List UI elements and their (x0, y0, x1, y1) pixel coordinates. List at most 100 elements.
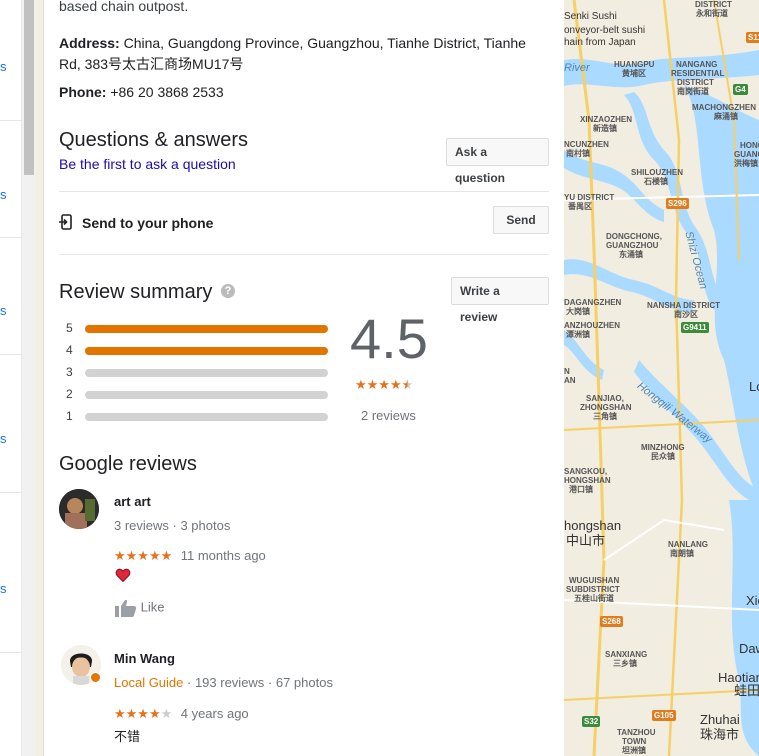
map-label: 东涌镇 (619, 250, 643, 259)
result-link-fragment[interactable]: s (0, 431, 22, 446)
thumbs-up-icon (115, 599, 137, 617)
map-label: NCUNZHEN (564, 140, 609, 149)
like-button[interactable]: Like (115, 599, 164, 617)
send-button[interactable]: Send (493, 206, 549, 234)
map-label: SANJIAO, (586, 394, 624, 403)
review-stars: ★★★★★ (114, 706, 173, 721)
map-label: 大岗镇 (566, 307, 590, 316)
local-guide-badge-icon (90, 672, 101, 683)
divider (0, 652, 22, 653)
reviewer-name[interactable]: Min Wang (114, 651, 175, 666)
map-label: XINZAOZHEN (580, 115, 632, 124)
map-label: Daw (739, 641, 759, 656)
place-details-panel: based chain outpost. Address: China, Gua… (44, 0, 564, 756)
map-label: 潭洲镇 (566, 330, 590, 339)
ask-question-button[interactable]: Ask a question (446, 138, 549, 185)
map-label: hain from Japan (564, 37, 636, 48)
map-label: hongshan (564, 518, 622, 533)
review-rating: ★★★★★ 11 months ago (114, 547, 266, 565)
result-link-fragment[interactable]: s (0, 581, 22, 596)
send-to-phone-icon (59, 214, 72, 230)
map-label: 南沙区 (674, 310, 698, 319)
heart-emoji-icon (115, 568, 131, 583)
map-label: NANLANG (668, 540, 708, 549)
divider (0, 492, 22, 493)
histogram-bar-fill (85, 325, 328, 333)
highway-shield: S11 (746, 32, 759, 43)
reviewer-name[interactable]: art art (114, 494, 151, 509)
highway-shield: G9411 (681, 322, 709, 333)
histogram-bar-fill (85, 347, 328, 355)
map-label: 南村镇 (566, 149, 590, 158)
phone-value[interactable]: +86 20 3868 2533 (110, 84, 223, 100)
map-label: onveyor-belt sushi (564, 25, 646, 36)
map-label: 黄埔区 (622, 69, 646, 78)
map-label: 坦洲镇 (622, 746, 646, 755)
qa-title: Questions & answers (59, 129, 248, 151)
review-text: 不错 (114, 729, 141, 744)
histogram-bar-track (85, 347, 328, 355)
highway-shield: S296 (666, 198, 689, 209)
map-label: ANZHOUZHEN (564, 321, 620, 330)
review-rating: ★★★★★ 4 years ago (114, 705, 249, 723)
map-label[interactable]: Senki Sushi (564, 12, 617, 22)
map-label: NANGANG (676, 60, 718, 69)
result-link-fragment[interactable]: s (0, 303, 22, 318)
scrollbar-thumb[interactable] (24, 0, 34, 175)
map-label: 三角镇 (593, 412, 617, 421)
map-label: 新造镇 (593, 124, 617, 133)
map-label: SANGKOU, (564, 467, 608, 476)
map-label: 民众镇 (651, 452, 675, 461)
reviewer-meta: 3 reviews · 3 photos (114, 518, 231, 533)
reviewer-meta: Local Guide · 193 reviews · 67 photos (114, 675, 333, 690)
review-time: 11 months ago (180, 548, 266, 563)
review-stars: ★★★★★ (114, 548, 173, 563)
address-row: Address: China, Guangdong Province, Guan… (59, 33, 539, 75)
write-review-button[interactable]: Write a review (451, 277, 549, 324)
result-link-fragment[interactable]: s (0, 59, 22, 74)
avatar[interactable] (59, 489, 99, 529)
highway-shield: S32 (582, 716, 601, 727)
address-value: China, Guangdong Province, Guangzhou, Ti… (59, 35, 526, 72)
histogram-bar-track (85, 391, 328, 399)
map-label: 石楼镇 (644, 177, 668, 186)
map-label: TOWN (622, 737, 647, 746)
local-guide-label: Local Guide (114, 675, 184, 690)
map-label: HONGQ (740, 141, 759, 150)
map-label: WUGUISHAN (569, 576, 620, 585)
first-question-link[interactable]: Be the first to ask a question (59, 156, 236, 172)
review-time: 4 years ago (180, 706, 249, 721)
help-icon[interactable]: ? (221, 284, 235, 298)
send-to-phone-label[interactable]: Send to your phone (82, 215, 213, 231)
map-label: 五桂山街道 (574, 594, 614, 603)
map-label: 南岗街道 (677, 87, 709, 96)
map-label: DISTRICT (695, 0, 732, 9)
address-label: Address: (59, 35, 120, 51)
histogram-bar-track (85, 413, 328, 421)
results-list-strip: s s s s s (0, 0, 22, 756)
map-edge-strip (36, 0, 44, 756)
map-label: 番禺区 (568, 202, 592, 211)
divider (59, 254, 549, 255)
reviews-count-link[interactable]: 2 reviews (361, 408, 416, 423)
map-label: GUANGDO (734, 150, 759, 159)
histogram-row-label: 3 (66, 365, 73, 379)
highway-shield: G4 (733, 84, 748, 95)
map-label: SUBDISTRICT (566, 585, 620, 594)
divider (59, 191, 549, 192)
map-label: GUANGZHOU (606, 241, 659, 250)
divider (0, 237, 22, 238)
map-label: NANSHA DISTRICT (647, 301, 721, 310)
map-label: RESIDENTIAL (671, 69, 725, 78)
histogram-row-label: 5 (66, 321, 73, 335)
map-label: N (564, 367, 570, 376)
map-label: 中山市 (566, 533, 606, 548)
like-label: Like (140, 599, 165, 615)
map-label: 港口镇 (569, 485, 593, 494)
map-view[interactable]: Senki Sushi onveyor-belt sushi hain from… (564, 0, 759, 756)
histogram-row-label: 4 (66, 343, 73, 357)
map-label: 永和街道 (696, 9, 728, 18)
result-link-fragment[interactable]: s (0, 187, 22, 202)
description-tail: based chain outpost. (59, 0, 189, 14)
map-label: TANZHOU (617, 728, 656, 737)
